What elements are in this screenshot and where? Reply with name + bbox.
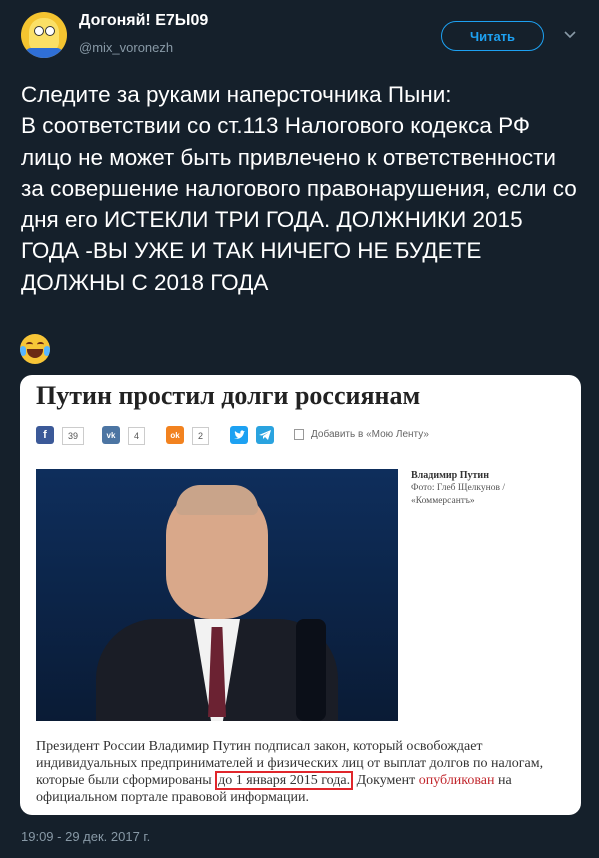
share-row: f 39 vk 4 ok 2 Добавить в «Мою Ленту» (36, 426, 556, 446)
avatar-shirt (25, 48, 63, 58)
favorites-label[interactable]: Добавить в «Мою Ленту» (311, 429, 429, 440)
odnoklassniki-icon[interactable]: ok (166, 426, 184, 444)
tears-of-joy-emoji-icon (20, 334, 50, 364)
follow-button[interactable]: Читать (441, 21, 544, 51)
avatar-eye-right (45, 26, 55, 36)
body-part-2: Документ (353, 773, 419, 788)
avatar-eye-left (34, 26, 44, 36)
account-handle[interactable]: @mix_voronezh (79, 40, 173, 55)
avatar-face (29, 18, 59, 52)
photo-caption: Владимир Путин Фото: Глеб Щелкунов / «Ко… (411, 469, 561, 508)
facebook-count: 39 (62, 427, 85, 445)
favorites-checkbox-icon[interactable] (294, 429, 304, 440)
caption-name: Владимир Путин (411, 470, 489, 481)
telegram-icon[interactable] (256, 426, 274, 444)
twitter-icon[interactable] (230, 426, 248, 444)
avatar[interactable] (21, 12, 67, 58)
chevron-down-icon[interactable] (563, 28, 577, 42)
vk-icon[interactable]: vk (102, 426, 120, 444)
tweet-header: Догоняй! Е7Ы09 @mix_voronezh Читать (0, 0, 599, 70)
tweet-text: Следите за руками наперсточника Пыни: В … (21, 82, 577, 295)
highlighted-date: до 1 января 2015 года. (215, 771, 354, 790)
article-title: Путин простил долги россиянам (36, 381, 421, 410)
tweet-timestamp[interactable]: 19:09 - 29 дек. 2017 г. (21, 829, 150, 844)
caption-credit: Фото: Глеб Щелкунов / «Коммерсантъ» (411, 483, 505, 506)
published-link[interactable]: опубликован (419, 773, 495, 788)
ok-count: 2 (192, 427, 210, 445)
vk-count: 4 (128, 427, 146, 445)
account-name[interactable]: Догоняй! Е7Ы09 (79, 12, 208, 30)
article-body: Президент России Владимир Путин подписал… (36, 738, 561, 806)
attached-image[interactable]: Путин простил долги россиянам f 39 vk 4 … (20, 375, 581, 815)
facebook-icon[interactable]: f (36, 426, 54, 444)
putin-photo (36, 469, 398, 721)
